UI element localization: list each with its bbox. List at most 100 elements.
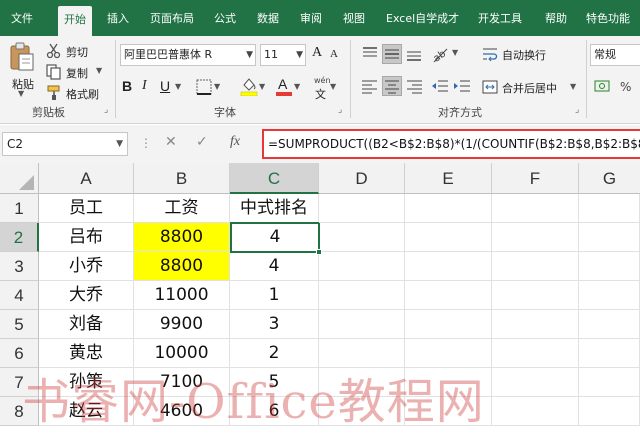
empty-cell[interactable] — [492, 368, 579, 397]
cell-b3[interactable]: 8800 — [134, 252, 230, 281]
cell-b6[interactable]: 10000 — [134, 339, 230, 368]
empty-cell[interactable] — [319, 281, 405, 310]
empty-cell[interactable] — [579, 397, 640, 426]
percent-style-icon[interactable]: % — [618, 78, 636, 96]
confirm-entry-icon[interactable]: ✓ — [196, 134, 208, 150]
row-header-4[interactable]: 4 — [0, 281, 39, 310]
cell-b1[interactable]: 工资 — [134, 194, 230, 223]
empty-cell[interactable] — [405, 281, 492, 310]
empty-cell[interactable] — [579, 252, 640, 281]
cell-c3[interactable]: 4 — [230, 252, 319, 281]
borders-dropdown-icon[interactable]: ▼ — [214, 82, 220, 91]
cell-b4[interactable]: 11000 — [134, 281, 230, 310]
bold-button[interactable]: B — [122, 78, 132, 94]
empty-cell[interactable] — [405, 223, 492, 252]
tab-special-features[interactable]: 特色功能 — [586, 9, 630, 29]
tab-formulas[interactable]: 公式 — [214, 9, 236, 29]
fill-color-dropdown-icon[interactable]: ▼ — [259, 82, 265, 91]
copy-dropdown-icon[interactable]: ▼ — [96, 66, 102, 75]
cell-a4[interactable]: 大乔 — [39, 281, 134, 310]
tab-data[interactable]: 数据 — [257, 9, 279, 29]
font-name-combo[interactable]: 阿里巴巴普惠体 R ▼ — [120, 44, 256, 66]
row-header-3[interactable]: 3 — [0, 252, 39, 281]
cell-c2[interactable]: 4 — [230, 222, 320, 253]
tab-excel-self-study[interactable]: Excel自学成才 — [386, 9, 459, 29]
increase-indent-icon[interactable] — [452, 76, 472, 96]
row-header-1[interactable]: 1 — [0, 194, 39, 223]
select-all-button[interactable] — [0, 163, 39, 194]
empty-cell[interactable] — [319, 397, 405, 426]
cell-a5[interactable]: 刘备 — [39, 310, 134, 339]
tab-review[interactable]: 审阅 — [300, 9, 322, 29]
name-box[interactable]: C2 ▼ — [2, 132, 128, 156]
empty-cell[interactable] — [579, 339, 640, 368]
merge-center-button[interactable]: 合并后居中 ▼ — [482, 78, 582, 98]
align-center-button[interactable] — [382, 76, 402, 96]
cell-c4[interactable]: 1 — [230, 281, 319, 310]
row-header-2[interactable]: 2 — [0, 223, 39, 252]
grow-font-button[interactable]: A — [312, 45, 322, 61]
underline-dropdown-icon[interactable]: ▼ — [175, 82, 181, 91]
empty-cell[interactable] — [405, 310, 492, 339]
number-format-combo[interactable]: 常规 — [590, 44, 640, 66]
cell-a2[interactable]: 吕布 — [39, 223, 134, 252]
empty-cell[interactable] — [492, 310, 579, 339]
cell-b5[interactable]: 9900 — [134, 310, 230, 339]
cell-c6[interactable]: 2 — [230, 339, 319, 368]
column-header-c[interactable]: C — [230, 163, 319, 194]
column-header-g[interactable]: G — [579, 163, 640, 194]
clipboard-launcher-icon[interactable]: ⌟ — [104, 105, 108, 115]
column-header-d[interactable]: D — [319, 163, 405, 194]
cell-a7[interactable]: 孙策 — [39, 368, 134, 397]
empty-cell[interactable] — [405, 368, 492, 397]
cell-c1[interactable]: 中式排名 — [230, 194, 319, 223]
cut-button[interactable]: 剪切 — [46, 42, 106, 60]
empty-cell[interactable] — [579, 223, 640, 252]
empty-cell[interactable] — [319, 223, 405, 252]
empty-cell[interactable] — [492, 397, 579, 426]
cell-a3[interactable]: 小乔 — [39, 252, 134, 281]
align-middle-button[interactable] — [382, 44, 402, 64]
column-header-b[interactable]: B — [134, 163, 230, 194]
align-bottom-icon[interactable] — [404, 44, 424, 64]
phonetic-guide-button[interactable]: wén — [314, 76, 331, 85]
empty-cell[interactable] — [319, 194, 405, 223]
orientation-icon[interactable]: ab — [430, 44, 450, 64]
align-right-icon[interactable] — [404, 76, 424, 96]
empty-cell[interactable] — [492, 281, 579, 310]
font-size-combo[interactable]: 11 ▼ — [260, 44, 306, 66]
empty-cell[interactable] — [405, 252, 492, 281]
fill-handle[interactable] — [316, 249, 322, 255]
empty-cell[interactable] — [319, 339, 405, 368]
accounting-format-icon[interactable] — [594, 78, 614, 96]
italic-button[interactable]: I — [142, 78, 147, 94]
cell-a8[interactable]: 赵云 — [39, 397, 134, 426]
empty-cell[interactable] — [319, 368, 405, 397]
column-header-f[interactable]: F — [492, 163, 579, 194]
copy-button[interactable]: 复制 ▼ — [46, 63, 106, 81]
tab-page-layout[interactable]: 页面布局 — [150, 9, 194, 29]
tab-insert[interactable]: 插入 — [107, 9, 129, 29]
empty-cell[interactable] — [405, 194, 492, 223]
row-header-6[interactable]: 6 — [0, 339, 39, 368]
cell-c7[interactable]: 5 — [230, 368, 319, 397]
empty-cell[interactable] — [579, 368, 640, 397]
underline-button[interactable]: U — [160, 78, 170, 94]
empty-cell[interactable] — [579, 194, 640, 223]
cell-b8[interactable]: 4600 — [134, 397, 230, 426]
cancel-entry-icon[interactable]: ✕ — [165, 134, 177, 150]
alignment-launcher-icon[interactable]: ⌟ — [575, 105, 579, 115]
tab-home[interactable]: 开始 — [58, 6, 92, 36]
font-launcher-icon[interactable]: ⌟ — [338, 105, 342, 115]
tab-help[interactable]: 帮助 — [545, 9, 567, 29]
cell-c5[interactable]: 3 — [230, 310, 319, 339]
empty-cell[interactable] — [579, 310, 640, 339]
wrap-text-button[interactable]: 自动换行 — [482, 45, 562, 65]
font-color-dropdown-icon[interactable]: ▼ — [294, 82, 300, 91]
tab-file[interactable]: 文件 — [11, 9, 33, 29]
insert-function-icon[interactable]: fx — [230, 134, 240, 150]
decrease-indent-icon[interactable] — [430, 76, 450, 96]
cell-c8[interactable]: 6 — [230, 397, 319, 426]
merge-dropdown-icon[interactable]: ▼ — [570, 82, 576, 91]
shrink-font-button[interactable]: A — [330, 48, 338, 60]
